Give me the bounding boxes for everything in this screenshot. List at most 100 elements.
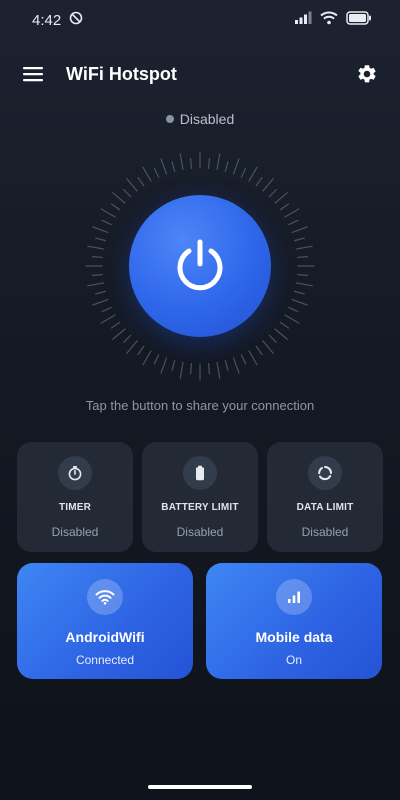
hint-text: Tap the button to share your connection — [85, 398, 315, 413]
ring-tick — [288, 219, 299, 226]
ring-tick — [240, 354, 247, 365]
ring-tick — [160, 158, 168, 175]
home-indicator[interactable] — [148, 785, 252, 789]
battery-limit-card[interactable]: BATTERY LIMIT Disabled — [142, 442, 258, 552]
ring-tick — [216, 153, 221, 171]
ring-tick — [232, 357, 240, 374]
ring-tick — [91, 273, 103, 277]
cell-signal-icon — [294, 11, 312, 30]
ring-tick — [91, 255, 103, 259]
ring-tick — [100, 208, 116, 218]
battery-status-icon — [346, 10, 372, 30]
wifi-network-name: AndroidWifi — [65, 629, 145, 645]
ring-tick — [295, 245, 313, 250]
ring-tick — [142, 350, 152, 366]
ring-tick — [297, 255, 309, 259]
ring-tick — [295, 282, 313, 287]
timer-card[interactable]: TIMER Disabled — [17, 442, 133, 552]
ring-tick — [153, 167, 160, 178]
signal-bars-icon — [288, 591, 300, 603]
data-limit-value: Disabled — [301, 525, 349, 539]
ring-tick — [87, 282, 105, 287]
timer-title: TIMER — [58, 502, 92, 513]
status-bar-left: 4:42 — [32, 11, 83, 29]
ring-tick — [179, 361, 184, 379]
ring-tick — [274, 192, 288, 204]
ring-tick — [291, 298, 308, 306]
hotspot-status-label: Disabled — [179, 111, 235, 127]
ring-tick — [288, 306, 299, 313]
battery-limit-title: BATTERY LIMIT — [161, 502, 239, 513]
do-not-disturb-icon — [69, 11, 83, 29]
ring-tick — [95, 290, 106, 295]
ring-tick — [284, 208, 300, 218]
data-limit-title: DATA LIMIT — [296, 502, 354, 513]
page-title: WiFi Hotspot — [66, 63, 177, 84]
ring-tick — [123, 334, 132, 343]
ring-tick — [101, 219, 112, 226]
ring-tick — [294, 237, 305, 242]
status-dot — [165, 115, 174, 123]
settings-button[interactable] — [352, 59, 382, 89]
wifi-icon — [95, 590, 115, 605]
ring-tick — [92, 226, 109, 234]
ring-tick — [224, 360, 229, 371]
ring-tick — [101, 306, 112, 313]
ring-tick — [232, 158, 240, 175]
menu-button[interactable] — [18, 59, 48, 89]
ring-tick — [95, 237, 106, 242]
wifi-connection-status: Connected — [75, 653, 135, 667]
ring-tick — [87, 245, 105, 250]
timer-value: Disabled — [51, 525, 99, 539]
ring-tick — [248, 166, 258, 182]
ring-tick — [291, 226, 308, 234]
ring-tick — [100, 314, 116, 324]
ring-tick — [274, 328, 288, 340]
ring-tick — [126, 340, 138, 354]
mobile-data-card[interactable]: Mobile data On — [206, 563, 382, 679]
ring-tick — [294, 290, 305, 295]
ring-tick — [189, 363, 193, 375]
ring-tick — [224, 161, 229, 172]
power-icon — [177, 239, 223, 291]
ring-tick — [255, 345, 263, 356]
ring-tick — [112, 192, 126, 204]
data-limit-icon-wrap — [308, 456, 342, 490]
ring-tick — [137, 176, 145, 187]
ring-tick — [123, 189, 132, 198]
ring-tick — [126, 178, 138, 192]
ring-tick — [153, 354, 160, 365]
ring-tick — [297, 273, 309, 277]
app-bar: WiFi Hotspot — [0, 52, 400, 96]
ring-tick — [262, 178, 274, 192]
gear-icon — [358, 65, 376, 83]
hamburger-menu-icon — [23, 67, 43, 82]
ring-tick — [110, 321, 121, 329]
ring-tick — [268, 334, 277, 343]
ring-tick — [207, 363, 211, 375]
data-limit-card[interactable]: DATA LIMIT Disabled — [267, 442, 383, 552]
timer-icon-wrap — [58, 456, 92, 490]
mobile-data-title: Mobile data — [255, 629, 333, 645]
wifi-connection-card[interactable]: AndroidWifi Connected — [17, 563, 193, 679]
battery-limit-value: Disabled — [176, 525, 224, 539]
status-time: 4:42 — [32, 11, 62, 29]
ring-tick — [189, 157, 193, 169]
ring-tick — [279, 321, 290, 329]
ring-tick — [248, 350, 258, 366]
ring-tick — [171, 161, 176, 172]
hotspot-status: Disabled — [0, 110, 400, 128]
ring-tick — [284, 314, 300, 324]
timer-icon — [68, 466, 82, 481]
ring-tick — [137, 345, 145, 356]
data-limit-icon — [318, 466, 332, 481]
ring-tick — [255, 176, 263, 187]
ring-tick — [279, 203, 290, 211]
ring-tick — [216, 361, 221, 379]
power-button[interactable] — [129, 195, 271, 337]
status-bar: 4:42 — [0, 0, 400, 40]
ring-tick — [262, 340, 274, 354]
ring-tick — [92, 298, 109, 306]
battery-icon-wrap — [183, 456, 217, 490]
ring-tick — [160, 357, 168, 374]
